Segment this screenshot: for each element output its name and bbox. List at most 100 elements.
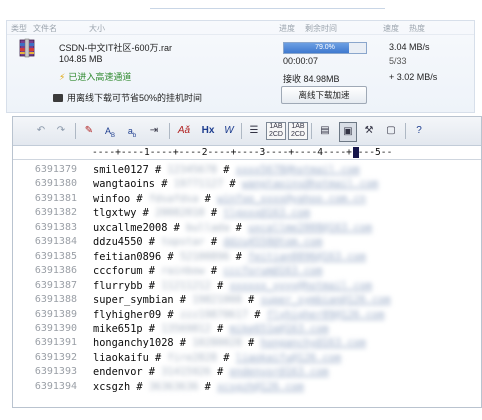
password-blurred: 12345678 (167, 164, 218, 176)
line-content: mike651p # 13569812 # mike651p@163.com (93, 322, 329, 336)
col-type[interactable]: 类型 (11, 23, 27, 34)
high-speed-status: ⚡ 已进入高速通道 (59, 70, 131, 83)
email-blurred: flyhigher09@126.com (266, 308, 385, 321)
word-wrap-icon[interactable]: W (221, 122, 237, 140)
line-number: 6391380 (34, 178, 77, 190)
username: mike651p (93, 322, 143, 335)
email-blurred: feitian0896@163.com (248, 250, 366, 263)
list-view-icon[interactable]: ▤ (317, 122, 333, 140)
username: honganchy1028 (93, 337, 174, 350)
field-separator: # (210, 279, 230, 292)
line-content: feitian0896 # 52100896 # feitian0896@163… (93, 250, 366, 264)
field-separator: # (229, 221, 249, 234)
field-separator: # (217, 164, 236, 176)
file-name: CSDN-中文IT社区-600万.rar (59, 43, 173, 53)
field-separator: # (173, 337, 193, 350)
field-separator: # (136, 207, 156, 220)
hex-mode-icon[interactable]: Hx (199, 122, 217, 140)
offline-accel-speed: + 3.02 MB/s (389, 72, 438, 82)
col-speed[interactable]: 速度 (383, 23, 399, 34)
redo-icon[interactable]: ↷ (53, 122, 69, 140)
download-list-header: 类型 文件名 大小 进度 剩余时间 速度 热度 (7, 21, 474, 35)
tab-mode-icon[interactable]: 1AB 2CD (288, 122, 308, 140)
field-separator: # (204, 236, 224, 249)
properties-icon[interactable]: ▢ (383, 122, 399, 140)
toolbar-separator (75, 123, 76, 139)
column-mode-icon[interactable]: 1AB 2CD (266, 122, 286, 140)
field-separator: # (142, 322, 162, 335)
line-number: 6391388 (34, 294, 77, 306)
field-separator: # (142, 366, 162, 379)
line-number: 6391384 (34, 236, 77, 248)
line-content: honganchy1028 # 10280028 # honganchy@163… (93, 336, 366, 350)
line-number: 6391379 (34, 164, 77, 175)
col-heat[interactable]: 热度 (409, 23, 425, 34)
password-blurred: zzz19870617 (179, 308, 249, 321)
text-editor-window: ↶ ↷ ✎ AB ab ⇥ Aǎ Hx W ☰ 1AB 2CD 1AB 2CD ▤ … (12, 116, 482, 408)
line-numbers-icon[interactable]: ☰ (245, 122, 263, 140)
toolbar-separator (241, 123, 242, 139)
field-separator: # (142, 236, 162, 249)
col-size[interactable]: 大小 (89, 23, 105, 34)
time-remaining: 00:00:07 (283, 56, 319, 66)
line-content: endenvor # 31415926 # endenvor@163.com (93, 365, 329, 379)
download-task-panel[interactable]: 类型 文件名 大小 进度 剩余时间 速度 热度 CSDN-中文IT社区-600万… (6, 20, 475, 113)
line-number: 6391387 (34, 279, 77, 291)
email-blurred: ddzu4550@tom.com (223, 236, 323, 249)
username: winfoo (93, 192, 131, 205)
email-blurred: liaokaifu@126.com (235, 351, 342, 364)
font-style-icon[interactable]: Aǎ (175, 122, 193, 140)
received-amount: 接收 84.98MB (283, 74, 340, 84)
tools-icon[interactable]: ⚒ (361, 122, 377, 140)
find-icon[interactable]: ab (123, 122, 141, 140)
field-separator: # (204, 265, 224, 278)
line-number: 6391386 (34, 265, 77, 277)
col-remaining[interactable]: 剩余时间 (305, 23, 337, 34)
email-blurred: xcsgzh@126.com (217, 380, 304, 393)
password-blurred: rainbow (161, 265, 205, 278)
peer-count: 5/33 (389, 56, 407, 66)
email-blurred: winfoo_xxxx@yahoo.com.cn (217, 192, 366, 205)
email-blurred: xxxx5678@hotmail.com (235, 164, 360, 176)
field-separator: # (148, 164, 168, 176)
email-blurred: wangtaoins@hotmail.com (241, 178, 379, 191)
replace-icon[interactable]: AB (101, 122, 119, 140)
help-icon[interactable]: ? (411, 122, 427, 140)
username: endenvor (93, 366, 143, 379)
undo-icon[interactable]: ↶ (33, 122, 49, 140)
field-separator: # (142, 265, 162, 278)
password-blurred: 10280028 (192, 337, 242, 350)
split-view-icon[interactable]: ▣ (339, 122, 357, 142)
username: flurrybb (93, 279, 143, 292)
email-blurred: endenvor@163.com (229, 366, 329, 379)
password-blurred: 36363636 (148, 380, 199, 393)
password-blurred: fire2828 (167, 351, 218, 364)
indent-icon[interactable]: ⇥ (145, 122, 163, 140)
email-blurred: honganchy@163.com (260, 337, 366, 350)
high-speed-label: 已进入高速通道 (68, 72, 132, 82)
field-separator: # (161, 250, 180, 263)
email-blurred: uxcallme2008@163.com (248, 221, 373, 234)
highlighter-icon[interactable]: ✎ (81, 122, 97, 140)
username: uxcallme2008 (93, 221, 168, 234)
field-separator: # (241, 337, 261, 350)
username: tlgxtwy (93, 207, 137, 220)
field-separator: # (130, 192, 149, 205)
line-number: 6391394 (34, 380, 77, 392)
progress-bar: 79.0% (283, 42, 367, 54)
username: ddzu4550 (93, 236, 143, 249)
col-filename[interactable]: 文件名 (33, 23, 57, 34)
line-content: flyhigher09 # zzz19870617 # flyhigher09@… (93, 308, 384, 322)
password-blurred: 11211212 (161, 279, 211, 292)
download-speed: 3.04 MB/s (389, 42, 430, 52)
field-separator: # (229, 250, 249, 263)
offline-download-tip: 用离线下载可节省50%的挂机时间 (53, 91, 202, 104)
field-separator: # (155, 178, 174, 191)
line-number: 6391389 (34, 308, 77, 320)
line-content: tlgxtwy # 20082010 # tlgxxx@163.com (93, 206, 310, 220)
toolbar-separator (405, 123, 406, 139)
email-blurred: xxxxxx_yyyy@hotmail.com (229, 279, 373, 292)
line-content: ddzu4550 # topstar # ddzu4550@tom.com (93, 235, 322, 249)
col-progress[interactable]: 进度 (279, 23, 295, 34)
offline-download-accelerate-button[interactable]: 离线下载加速 (281, 86, 367, 104)
